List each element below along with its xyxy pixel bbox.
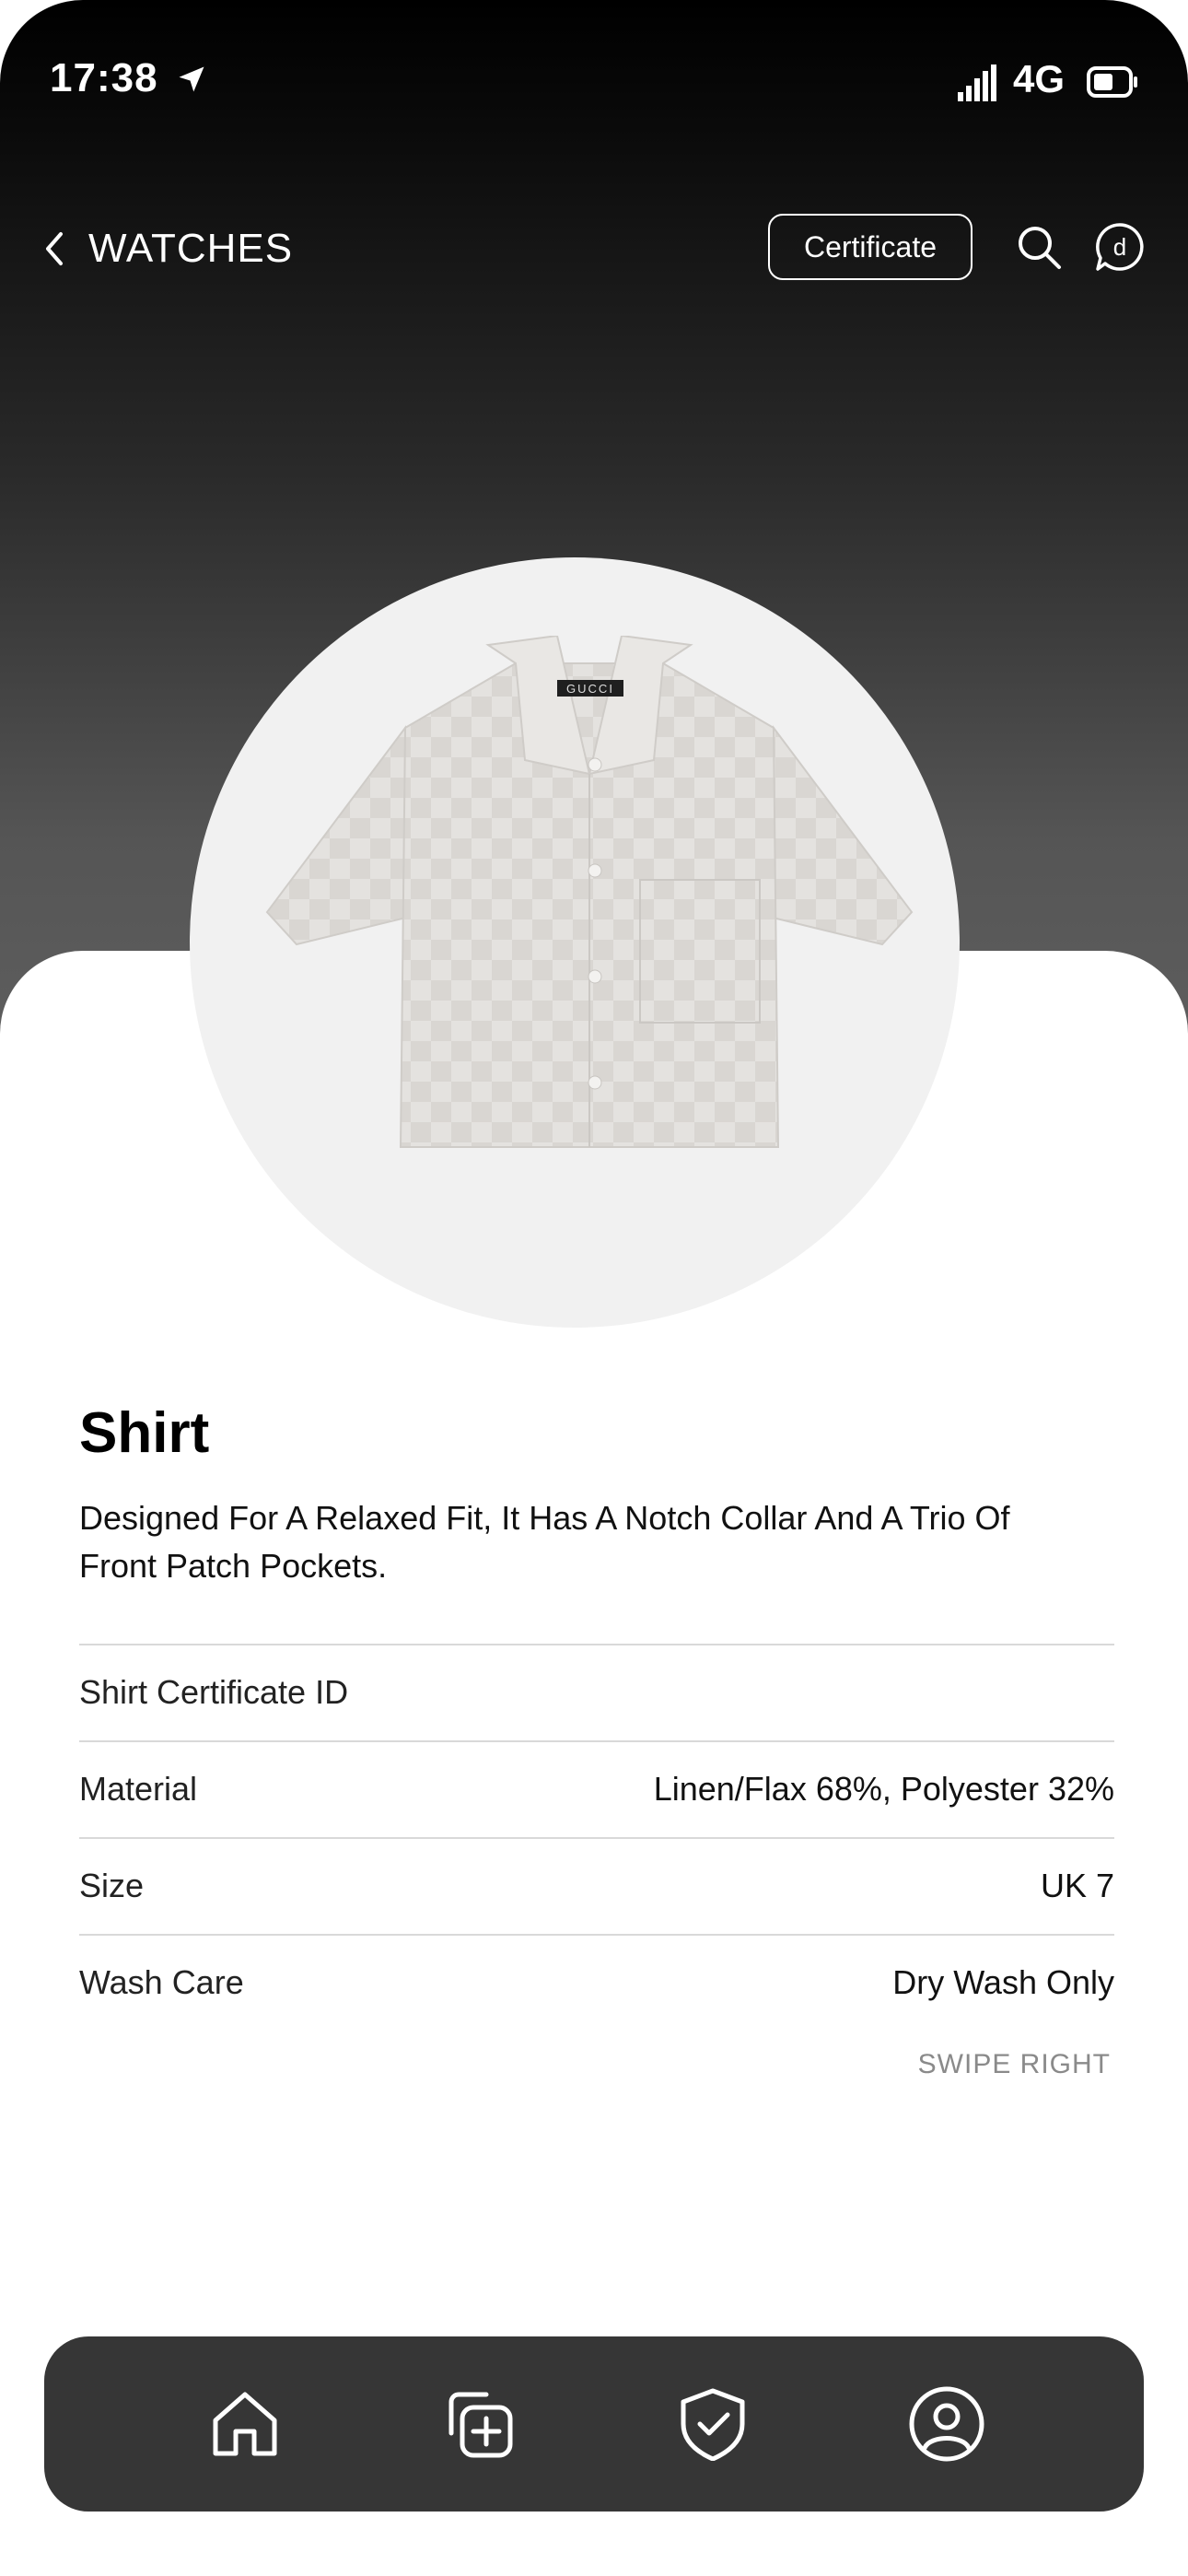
back-label: WATCHES xyxy=(88,226,294,271)
detail-label: Material xyxy=(79,1770,198,1808)
detail-value: UK 7 xyxy=(1040,1867,1114,1904)
add-collection-icon xyxy=(448,2392,513,2458)
detail-row-material: Material Linen/Flax 68%, Polyester 32% xyxy=(79,1740,1114,1836)
tab-profile[interactable] xyxy=(903,2380,991,2468)
chevron-left-icon xyxy=(46,232,63,265)
detail-label: Wash Care xyxy=(79,1963,244,2001)
certificate-button[interactable]: Certificate xyxy=(768,214,973,280)
signal-icon xyxy=(958,64,996,101)
detail-value: Linen/Flax 68%, Polyester 32% xyxy=(653,1770,1114,1808)
product-detail-screen: 17:38 4G WATCHES Certificate d GUCCI Shi… xyxy=(0,0,1188,2576)
tab-verify[interactable] xyxy=(669,2380,757,2468)
chat-bubble-icon: d xyxy=(1096,223,1144,271)
home-icon xyxy=(213,2392,277,2456)
product-description: Designed For A Relaxed Fit, It Has A Not… xyxy=(79,1499,1010,1585)
chat-profile-button[interactable]: d xyxy=(1094,221,1146,273)
detail-row-certificate-id: Shirt Certificate ID xyxy=(79,1644,1114,1739)
status-bar: 17:38 4G xyxy=(0,0,1188,166)
search-button[interactable] xyxy=(1013,221,1065,273)
tab-home[interactable] xyxy=(201,2380,289,2468)
battery-icon xyxy=(1087,66,1137,98)
product-title: Shirt xyxy=(79,1401,210,1465)
shield-check-icon xyxy=(681,2388,745,2461)
back-button[interactable]: WATCHES xyxy=(41,221,293,276)
search-icon xyxy=(1019,227,1061,269)
detail-row-size: Size UK 7 xyxy=(79,1837,1114,1933)
detail-value: Dry Wash Only xyxy=(892,1963,1114,2001)
detail-label: Shirt Certificate ID xyxy=(79,1673,349,1711)
chat-letter: d xyxy=(1113,233,1126,261)
detail-row-wash-care: Wash Care Dry Wash Only xyxy=(79,1934,1114,2030)
bottom-tab-bar xyxy=(44,2336,1144,2512)
brand-label: GUCCI xyxy=(566,682,614,696)
status-time: 17:38 xyxy=(50,55,158,100)
tab-add-collection[interactable] xyxy=(435,2380,523,2468)
swipe-hint: SWIPE RIGHT xyxy=(917,2049,1111,2079)
detail-label: Size xyxy=(79,1867,145,1904)
product-image-shirt: GUCCI xyxy=(265,636,914,1148)
network-type: 4G xyxy=(1013,57,1066,100)
profile-icon xyxy=(909,2386,984,2462)
location-arrow-icon xyxy=(179,66,204,92)
